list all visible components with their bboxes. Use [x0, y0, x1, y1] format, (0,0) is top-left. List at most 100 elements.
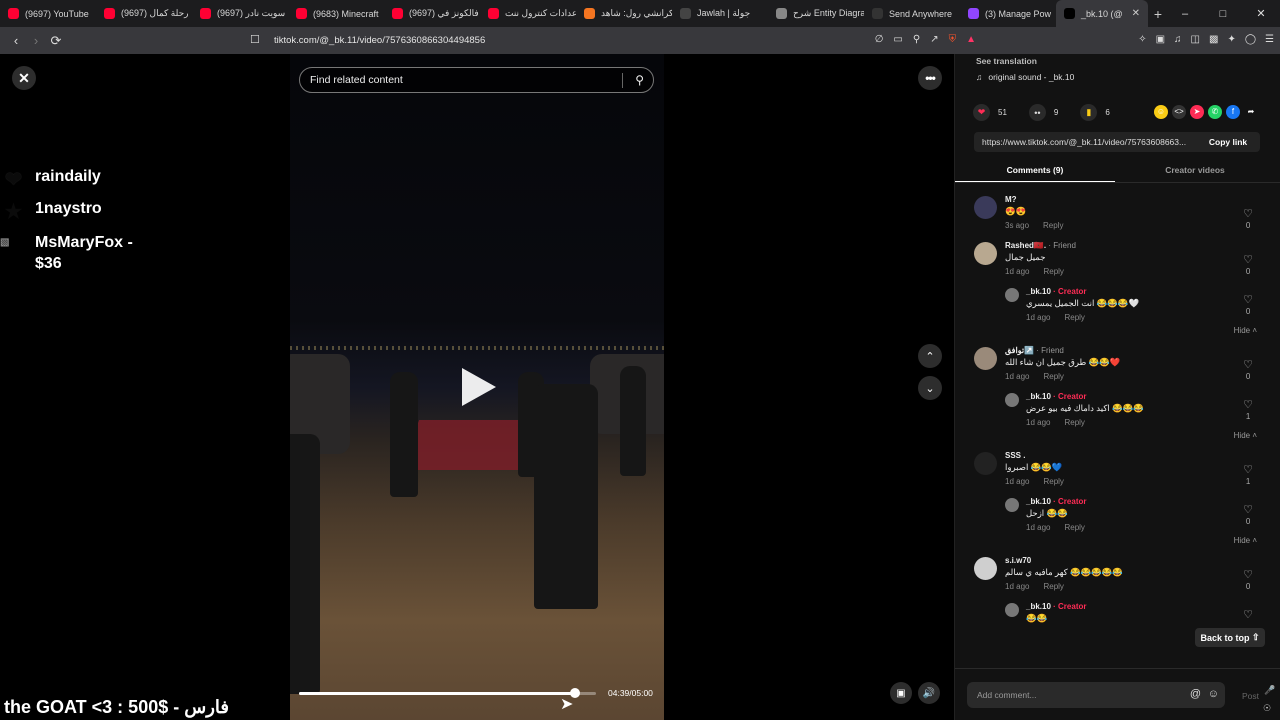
heart-outline-icon[interactable]: ♡: [1243, 464, 1253, 476]
tab-comments[interactable]: Comments (9): [955, 158, 1115, 182]
browser-tab[interactable]: (9697) رحلة كمال: [96, 0, 192, 27]
see-translation-link[interactable]: See translation: [976, 56, 1037, 66]
reply-button[interactable]: Reply: [1043, 582, 1063, 591]
screenshot-icon[interactable]: ▣: [1156, 34, 1165, 45]
comment-like[interactable]: ♡ 1: [1243, 399, 1253, 423]
next-video-button[interactable]: ⌄: [918, 376, 942, 400]
avatar[interactable]: [1005, 498, 1019, 512]
translate-off-icon[interactable]: ∅: [875, 34, 884, 45]
comment-author[interactable]: M?: [1005, 195, 1017, 204]
hide-replies-button[interactable]: Hide ˄: [955, 431, 1280, 440]
brave-shield-icon[interactable]: ⛨: [949, 34, 957, 45]
like-heart-icon[interactable]: ❤: [973, 104, 990, 121]
comment-like[interactable]: ♡ 0: [1243, 504, 1253, 528]
post-button[interactable]: Post: [1242, 691, 1259, 701]
picture-in-picture-button[interactable]: ▣: [890, 682, 912, 704]
reply-button[interactable]: Reply: [1064, 418, 1084, 427]
share-arrow-icon[interactable]: ➦: [1244, 105, 1258, 119]
heart-outline-icon[interactable]: ♡: [1243, 359, 1253, 371]
browser-tab[interactable]: (9697) YouTube: [0, 0, 96, 27]
comment-icon[interactable]: ••: [1028, 104, 1046, 121]
comment-author[interactable]: _bk.10: [1026, 392, 1051, 401]
browser-tab[interactable]: كرانشي رول: شاهد: [576, 0, 672, 27]
heart-outline-icon[interactable]: ♡: [1243, 609, 1253, 621]
heart-outline-icon[interactable]: ♡: [1243, 294, 1253, 306]
hide-replies-button[interactable]: Hide ˄: [955, 326, 1280, 335]
browser-tab[interactable]: Jawlah | جولة: [672, 0, 768, 27]
mention-icon[interactable]: @: [1190, 688, 1201, 700]
facebook-icon[interactable]: f: [1226, 105, 1240, 119]
bookmark-icon[interactable]: ▮: [1080, 104, 1098, 121]
browser-tab[interactable]: (9697) فالكونز في: [384, 0, 480, 27]
bookmark-icon[interactable]: ☐: [250, 33, 260, 46]
video-link-box[interactable]: https://www.tiktok.com/@_bk.11/video/757…: [974, 132, 1260, 152]
play-icon[interactable]: [462, 368, 496, 406]
leo-icon[interactable]: ✦: [1227, 34, 1235, 45]
forward-icon[interactable]: ›: [26, 33, 46, 48]
search-icon[interactable]: ⚲: [635, 73, 644, 87]
reply-button[interactable]: Reply: [1043, 221, 1063, 230]
avatar[interactable]: [974, 452, 997, 475]
browser-tab[interactable]: شرح Entity Diagram: [768, 0, 864, 27]
comment-author[interactable]: SSS .: [1005, 451, 1025, 460]
compass-icon[interactable]: ☉: [1263, 703, 1271, 714]
add-comment-input[interactable]: Add comment... @ ☺: [967, 682, 1225, 708]
volume-button[interactable]: 🔊: [918, 682, 940, 704]
avatar[interactable]: [974, 347, 997, 370]
reply-button[interactable]: Reply: [1064, 313, 1084, 322]
comment-author[interactable]: _bk.10: [1026, 497, 1051, 506]
find-related-search[interactable]: Find related content ⚲: [299, 67, 654, 93]
cast-icon[interactable]: ▭: [893, 34, 902, 45]
comment-like[interactable]: ♡: [1243, 609, 1253, 621]
comment-author[interactable]: s.i.w70: [1005, 556, 1031, 565]
comment-like[interactable]: ♡ 1: [1243, 464, 1253, 488]
comment-author[interactable]: Rashed🇲🇦.: [1005, 241, 1046, 250]
sidebar-icon[interactable]: ◫: [1191, 34, 1200, 45]
browser-tab[interactable]: _bk.10 (@ ✕: [1056, 0, 1148, 27]
reply-button[interactable]: Reply: [1043, 372, 1063, 381]
comment-author[interactable]: _bk.10: [1026, 287, 1051, 296]
restore-icon[interactable]: □: [1204, 8, 1242, 20]
more-options-button[interactable]: •••: [918, 66, 942, 90]
browser-tab[interactable]: Send Anywhere: [864, 0, 960, 27]
reply-button[interactable]: Reply: [1043, 267, 1063, 276]
browser-tab[interactable]: (9697) سويت نادر: [192, 0, 288, 27]
heart-outline-icon[interactable]: ♡: [1243, 569, 1253, 581]
browser-tab[interactable]: (3) Manage Pow: [960, 0, 1056, 27]
send-icon[interactable]: ➤: [1190, 105, 1204, 119]
avatar[interactable]: [1005, 603, 1019, 617]
music-icon[interactable]: ♫: [1174, 34, 1182, 45]
comment-like[interactable]: ♡ 0: [1243, 208, 1253, 232]
video-player[interactable]: Find related content ⚲ 04:39/05:00 ➤: [290, 54, 664, 720]
progress-bar[interactable]: [299, 688, 596, 698]
avatar[interactable]: [1005, 288, 1019, 302]
vpn-icon[interactable]: ◯: [1245, 34, 1256, 45]
browser-tab[interactable]: اعدادات كنترول ننت: [480, 0, 576, 27]
rewards-icon[interactable]: ▲: [966, 34, 976, 45]
reply-button[interactable]: Reply: [1043, 477, 1063, 486]
new-tab-button[interactable]: +: [1148, 6, 1168, 22]
menu-icon[interactable]: ☰: [1265, 34, 1274, 45]
avatar[interactable]: [974, 242, 997, 265]
sound-link[interactable]: ♫ original sound - _bk.10: [976, 72, 1074, 82]
tab-creator-videos[interactable]: Creator videos: [1115, 158, 1275, 182]
back-to-top-button[interactable]: Back to top ⇧: [1195, 628, 1265, 647]
tab-close-icon[interactable]: ✕: [1132, 8, 1140, 19]
copy-link-button[interactable]: Copy link: [1196, 132, 1260, 152]
heart-outline-icon[interactable]: ♡: [1243, 504, 1253, 516]
wallet-icon[interactable]: ▩: [1209, 34, 1218, 45]
browser-tab[interactable]: (9683) Minecraft: [288, 0, 384, 27]
extensions-icon[interactable]: ✧: [1138, 34, 1146, 45]
back-icon[interactable]: ‹: [6, 33, 26, 48]
embed-icon[interactable]: <>: [1172, 105, 1186, 119]
comment-like[interactable]: ♡ 0: [1243, 359, 1253, 383]
avatar[interactable]: [974, 557, 997, 580]
comment-like[interactable]: ♡ 0: [1243, 294, 1253, 318]
previous-video-button[interactable]: ⌃: [918, 344, 942, 368]
heart-outline-icon[interactable]: ♡: [1243, 399, 1253, 411]
hide-replies-button[interactable]: Hide ˄: [955, 536, 1280, 545]
avatar[interactable]: [1005, 393, 1019, 407]
zoom-icon[interactable]: ⚲: [913, 34, 920, 45]
heart-outline-icon[interactable]: ♡: [1243, 208, 1253, 220]
whatsapp-icon[interactable]: ✆: [1208, 105, 1222, 119]
